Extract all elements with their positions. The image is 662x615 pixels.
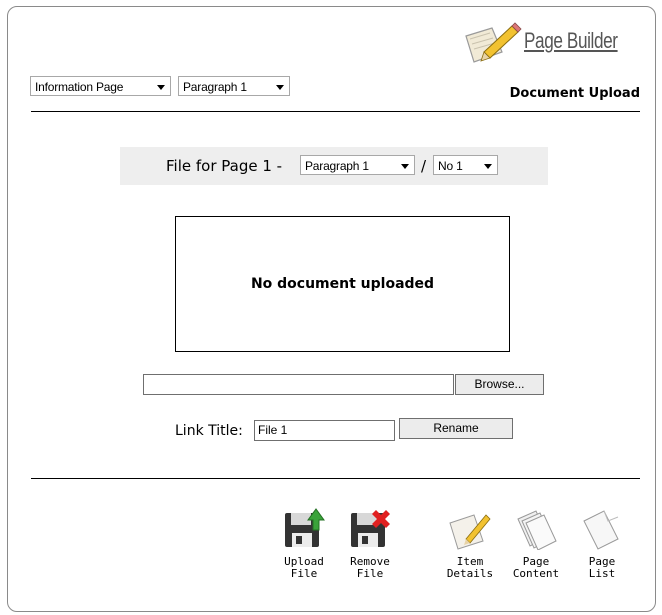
remove-file-label: Remove File [350,555,390,580]
upload-file-button[interactable]: Upload File [278,506,330,580]
page-content-button[interactable]: Page Content [506,507,566,580]
file-number-select[interactable]: No 1 [433,155,498,175]
link-title-label: Link Title: [175,423,243,439]
footer-divider [31,478,640,479]
chevron-down-icon [276,85,284,90]
upload-file-label: Upload File [284,555,324,580]
logo-pencil-icon [465,22,522,63]
file-bar: File for Page 1 - Paragraph 1 / No 1 [120,147,548,185]
paragraph-select[interactable]: Paragraph 1 [178,76,290,96]
page-icon [583,510,619,550]
file-number-value: No 1 [438,159,463,173]
preview-text: No document uploaded [250,276,435,292]
upload-disk-icon [285,508,325,547]
paragraph-value: Paragraph 1 [183,80,247,94]
item-details-button[interactable]: Item Details [444,509,496,580]
chevron-down-icon [484,164,492,169]
item-details-label: Item Details [446,555,494,580]
page-type-select[interactable]: Information Page [30,76,171,96]
logo-text[interactable]: Page Builder [524,28,618,54]
page-type-value: Information Page [35,80,124,94]
section-title: Document Upload [509,86,640,101]
link-title-input[interactable]: File 1 [254,420,395,441]
chevron-down-icon [157,85,165,90]
file-label: File for Page 1 - [166,157,283,175]
chevron-down-icon [401,164,409,169]
logo[interactable]: Page Builder [462,22,652,67]
file-path-input[interactable] [143,374,454,395]
separator: / [421,157,427,175]
pages-stack-icon [517,510,557,550]
header-divider [31,111,640,112]
remove-disk-icon [351,510,390,547]
page-list-label: Page List [588,555,616,580]
remove-file-button[interactable]: Remove File [342,506,398,580]
document-preview: No document uploaded [175,216,510,352]
edit-page-icon [449,514,491,550]
rename-button[interactable]: Rename [399,418,513,439]
page-content-label: Page Content [512,555,560,580]
file-paragraph-select[interactable]: Paragraph 1 [300,155,415,175]
browse-button[interactable]: Browse... [455,374,544,395]
page-list-button[interactable]: Page List [576,507,628,580]
file-paragraph-value: Paragraph 1 [305,159,369,173]
